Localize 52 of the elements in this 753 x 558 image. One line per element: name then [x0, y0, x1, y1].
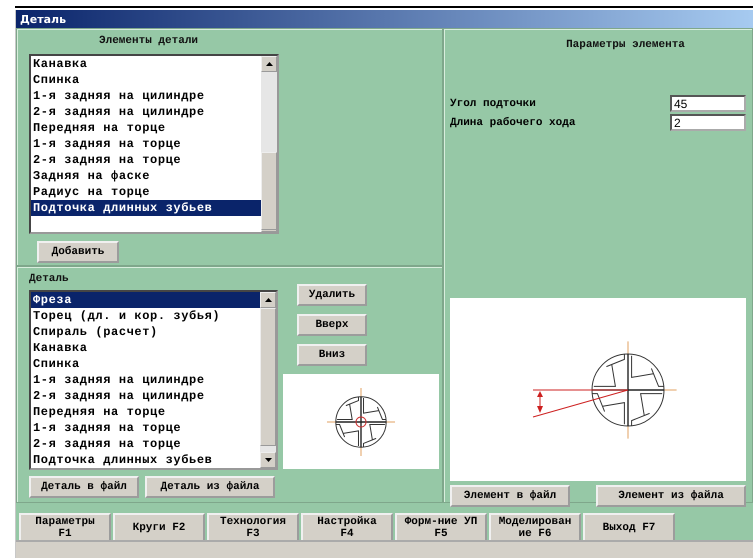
menu-tab[interactable]: Технология F3 [207, 513, 299, 540]
scroll-up-icon [266, 62, 272, 66]
list-item[interactable]: 2-я задняя на цилиндре [31, 104, 261, 120]
panel-title: Деталь [29, 273, 70, 285]
add-button[interactable]: Добавить [37, 241, 119, 263]
input-field[interactable]: 45 [670, 95, 746, 112]
list-item[interactable]: Подточка длинных зубьев [31, 200, 261, 216]
panel-title: Элементы детали [99, 35, 200, 47]
menu-tab[interactable]: Параметры F1 [19, 513, 111, 540]
file-button[interactable]: Деталь в файл [29, 476, 139, 498]
menu-tab[interactable]: Круги F2 [113, 513, 205, 540]
list-item[interactable]: 2-я задняя на торце [31, 152, 261, 168]
list-item[interactable]: Спинка [31, 72, 261, 88]
menu-tab[interactable]: Моделирован ие F6 [489, 513, 581, 540]
file-button[interactable]: Элемент из файла [596, 485, 746, 507]
list-item[interactable]: Задняя на фаске [31, 168, 261, 184]
list-box[interactable]: Канавка Спинка 1-я задняя на цилиндре 2-я задняя на цилиндре Передняя на торце 1-я задняя на торце 2-я задняя на торце Задняя на фаске Радиус на торце Подточка длинных зубьев [29, 54, 279, 234]
panel-title: Параметры элемента [565, 39, 686, 51]
list-item[interactable]: Радиус на торце [31, 184, 261, 200]
list-item[interactable]: 2-я задняя на цилиндре [31, 388, 260, 404]
list-item[interactable]: 1-я задняя на цилиндре [31, 372, 260, 388]
input-field[interactable]: 2 [670, 114, 746, 131]
list-item[interactable]: Канавка [31, 340, 260, 356]
menu-tab[interactable]: Настройка F4 [301, 513, 393, 540]
scrollbar[interactable] [260, 292, 276, 468]
list-item[interactable]: Спинка [31, 356, 260, 372]
list-action-button[interactable]: Вверх [297, 314, 367, 336]
menu-tab[interactable]: Форм-ние УП F5 [395, 513, 487, 540]
scroll-down-icon [264, 458, 272, 462]
list-item[interactable]: 2-я задняя на торце [31, 436, 260, 452]
window-title: Деталь [16, 10, 753, 28]
scroll-up-icon [264, 298, 272, 302]
list-item[interactable]: 1-я задняя на торце [31, 420, 260, 436]
cutter-drawing [326, 386, 396, 456]
list-item[interactable]: Передняя на торце [31, 404, 260, 420]
field-label: Угол подточки [450, 98, 536, 110]
list-item[interactable]: Фреза [31, 292, 260, 308]
file-button[interactable]: Деталь из файла [145, 476, 275, 498]
list-item[interactable]: Спираль (расчет) [31, 324, 260, 340]
list-item[interactable]: Торец (дл. и кор. зубья) [31, 308, 260, 324]
list-action-button[interactable]: Вниз [297, 344, 367, 366]
file-button[interactable]: Элемент в файл [450, 485, 570, 507]
list-item[interactable]: Передняя на торце [31, 120, 261, 136]
list-item[interactable]: Канавка [31, 56, 261, 72]
list-item[interactable]: 1-я задняя на торце [31, 136, 261, 152]
field-label: Длина рабочего хода [450, 116, 576, 128]
list-action-button[interactable]: Удалить [297, 284, 367, 306]
list-item[interactable]: Подточка длинных зубьев [31, 452, 260, 468]
list-box[interactable]: Фреза Торец (дл. и кор. зубья) Спираль (расчет) Канавка Спинка 1-я задняя на цилиндре 2-я задняя на цилиндре Передняя на торце 1-я задняя на торце 2-я задняя на торце Подточка длинных зубьев [29, 290, 278, 470]
scrollbar[interactable] [261, 56, 277, 232]
list-item[interactable]: 1-я задняя на цилиндре [31, 88, 261, 104]
menu-tab[interactable]: Выход F7 [583, 513, 675, 540]
